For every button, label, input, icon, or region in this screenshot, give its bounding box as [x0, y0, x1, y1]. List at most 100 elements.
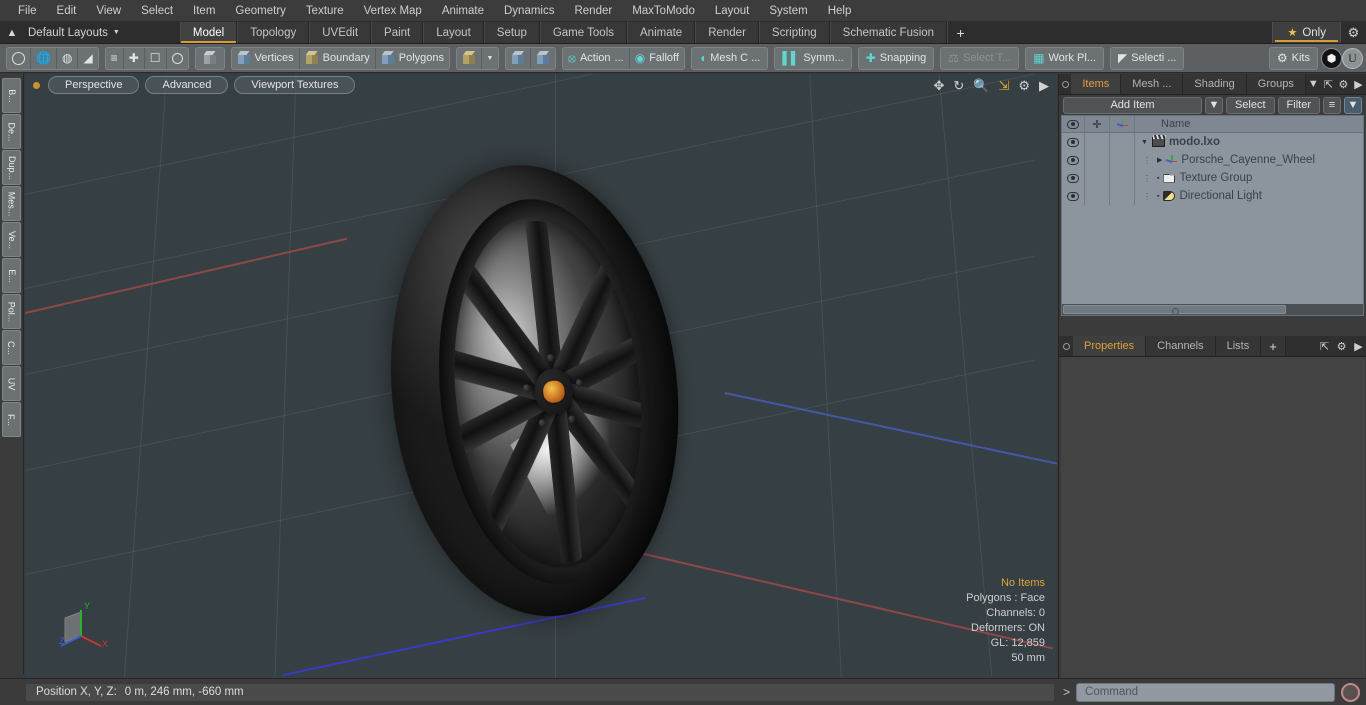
record-icon[interactable] — [1341, 683, 1360, 702]
modo-icon[interactable]: ⬢ — [1321, 48, 1342, 69]
gear-icon[interactable]: ⚙ — [1018, 78, 1030, 94]
add-tab-button[interactable]: + — [947, 22, 973, 43]
stack-icon[interactable]: ≡ — [106, 48, 124, 69]
play-icon[interactable]: ▶ — [1039, 78, 1049, 94]
fit-icon[interactable]: ⇲ — [998, 78, 1009, 94]
snapping-button[interactable]: ✚ Snapping — [858, 47, 935, 70]
rotate-icon[interactable]: ↻ — [953, 78, 964, 94]
zoom-icon[interactable]: 🔍 — [973, 78, 989, 94]
tab-topology[interactable]: Topology — [237, 22, 309, 43]
expand-icon[interactable]: ⇱ — [1316, 336, 1333, 356]
vtab-edge[interactable]: E... — [2, 258, 21, 293]
menu-item-dynamics[interactable]: Dynamics — [494, 0, 564, 22]
menu-item-render[interactable]: Render — [564, 0, 622, 22]
vtab-basic[interactable]: B... — [2, 78, 21, 113]
menu-item-edit[interactable]: Edit — [47, 0, 87, 22]
table-row[interactable]: ▼ modo.lxo — [1062, 133, 1363, 151]
tab-properties[interactable]: Properties — [1073, 336, 1146, 356]
table-row[interactable]: ⋮ ▪ Directional Light — [1062, 187, 1363, 205]
tab-render[interactable]: Render — [695, 22, 759, 43]
add-item-button[interactable]: Add Item — [1063, 97, 1202, 114]
row-axis-cell[interactable] — [1109, 133, 1134, 151]
list-icon[interactable]: ≡ — [1323, 97, 1341, 114]
menu-item-help[interactable]: Help — [818, 0, 862, 22]
mode-boundary-button[interactable]: Boundary — [300, 48, 376, 69]
panel-menu-dot[interactable] — [1059, 336, 1073, 356]
vtab-vertex[interactable]: Ve... — [2, 222, 21, 257]
symmetry-button[interactable]: ▌▌ Symm... — [774, 47, 851, 70]
falloff-button[interactable]: ◉ Falloff — [630, 48, 684, 69]
tab-animate[interactable]: Animate — [627, 22, 695, 43]
pen-icon[interactable]: ◍ — [57, 48, 78, 69]
tab-channels[interactable]: Channels — [1146, 336, 1215, 356]
play-icon[interactable]: ▶ — [1350, 336, 1366, 356]
row-name-cell[interactable]: ▼ modo.lxo — [1134, 133, 1363, 151]
row-lock-cell[interactable] — [1084, 187, 1109, 205]
tab-paint[interactable]: Paint — [371, 22, 423, 43]
menu-item-geometry[interactable]: Geometry — [225, 0, 296, 22]
tab-layout[interactable]: Layout — [423, 22, 484, 43]
row-visibility-toggle[interactable] — [1062, 156, 1084, 165]
mode-polygons-button[interactable]: Polygons — [376, 48, 449, 69]
menu-item-file[interactable]: File — [8, 0, 47, 22]
curve-icon[interactable]: ◢ — [78, 48, 97, 69]
align-icon[interactable]: ✚ — [124, 48, 145, 69]
default-layouts-dropdown[interactable]: Default Layouts ▼ — [24, 22, 132, 43]
action-center-button[interactable]: ⦻ Action ... — [563, 48, 630, 69]
menu-item-system[interactable]: System — [759, 0, 817, 22]
menu-item-item[interactable]: Item — [183, 0, 225, 22]
command-input[interactable]: Command — [1076, 683, 1335, 702]
tab-model[interactable]: Model — [180, 22, 237, 43]
tab-items[interactable]: Items — [1071, 74, 1121, 94]
panel-menu-dot[interactable] — [1059, 74, 1071, 94]
chevron-right-icon[interactable]: ▶ — [1157, 156, 1162, 164]
rotate-cube-icon[interactable] — [531, 48, 555, 69]
3d-viewport[interactable]: Perspective Advanced Viewport Textures ✥… — [25, 74, 1057, 678]
menu-item-vertex-map[interactable]: Vertex Map — [354, 0, 432, 22]
row-lock-cell[interactable] — [1084, 169, 1109, 187]
row-name-cell[interactable]: ⋮ ▪ Texture Group — [1134, 169, 1363, 187]
circle-icon[interactable] — [7, 48, 31, 69]
work-plane-button[interactable]: ▦ Work Pl... — [1025, 47, 1104, 70]
menu-item-view[interactable]: View — [86, 0, 131, 22]
vtab-polygon[interactable]: Pol... — [2, 294, 21, 329]
vtab-uv[interactable]: UV — [2, 366, 21, 401]
add-panel-tab-button[interactable]: + — [1261, 336, 1286, 356]
gold-cube-icon[interactable] — [457, 48, 482, 69]
box-select-icon[interactable]: ☐ — [145, 48, 167, 69]
gear-icon[interactable]: ⚙ — [1340, 22, 1366, 43]
mesh-constraint-button[interactable]: ◖ Mesh C ... — [691, 47, 768, 70]
row-axis-cell[interactable] — [1109, 151, 1134, 169]
row-name-cell[interactable]: ⋮ ▪ Directional Light — [1134, 187, 1363, 205]
gear-icon[interactable]: ⚙ — [1333, 336, 1350, 356]
tab-uvedit[interactable]: UVEdit — [309, 22, 371, 43]
chevron-down-icon[interactable]: ▼ — [482, 48, 498, 69]
row-axis-cell[interactable] — [1109, 187, 1134, 205]
tab-lists[interactable]: Lists — [1216, 336, 1262, 356]
items-list-scrollbar[interactable] — [1062, 304, 1363, 315]
ellipse-icon[interactable] — [167, 48, 188, 69]
globe-icon[interactable]: 🌐 — [31, 48, 57, 69]
menu-item-maxtomodo[interactable]: MaxToModo — [622, 0, 705, 22]
table-row[interactable]: ⋮ ▶ Porsche_Cayenne_Wheel — [1062, 151, 1363, 169]
vtab-curve[interactable]: C... — [2, 330, 21, 365]
filter-button[interactable]: Filter — [1278, 97, 1320, 114]
mode-vertices-button[interactable]: Vertices — [232, 48, 300, 69]
expand-icon[interactable]: ⇱ — [1321, 74, 1336, 94]
tab-schematic-fusion[interactable]: Schematic Fusion — [830, 22, 947, 43]
vtab-deform[interactable]: De... — [2, 114, 21, 149]
move-icon[interactable]: ✥ — [933, 78, 944, 94]
row-name-cell[interactable]: ⋮ ▶ Porsche_Cayenne_Wheel — [1134, 151, 1363, 169]
menu-item-select[interactable]: Select — [131, 0, 183, 22]
unreal-icon[interactable]: U — [1342, 48, 1363, 69]
tab-groups[interactable]: Groups — [1247, 74, 1306, 94]
items-list[interactable]: ✛ Name ▼ modo.lxo ⋮ ▶ Porsche_Cayenne_Wh… — [1061, 115, 1364, 316]
vtab-fusion[interactable]: F... — [2, 402, 21, 437]
tab-mesh[interactable]: Mesh ... — [1121, 74, 1183, 94]
home-icon[interactable]: ▲ — [0, 22, 24, 43]
row-lock-cell[interactable] — [1084, 133, 1109, 151]
vtab-mesh-edit[interactable]: Mes... — [2, 186, 21, 221]
viewport-menu-dot[interactable] — [33, 82, 40, 89]
row-axis-cell[interactable] — [1109, 169, 1134, 187]
move-cube-icon[interactable] — [506, 48, 531, 69]
